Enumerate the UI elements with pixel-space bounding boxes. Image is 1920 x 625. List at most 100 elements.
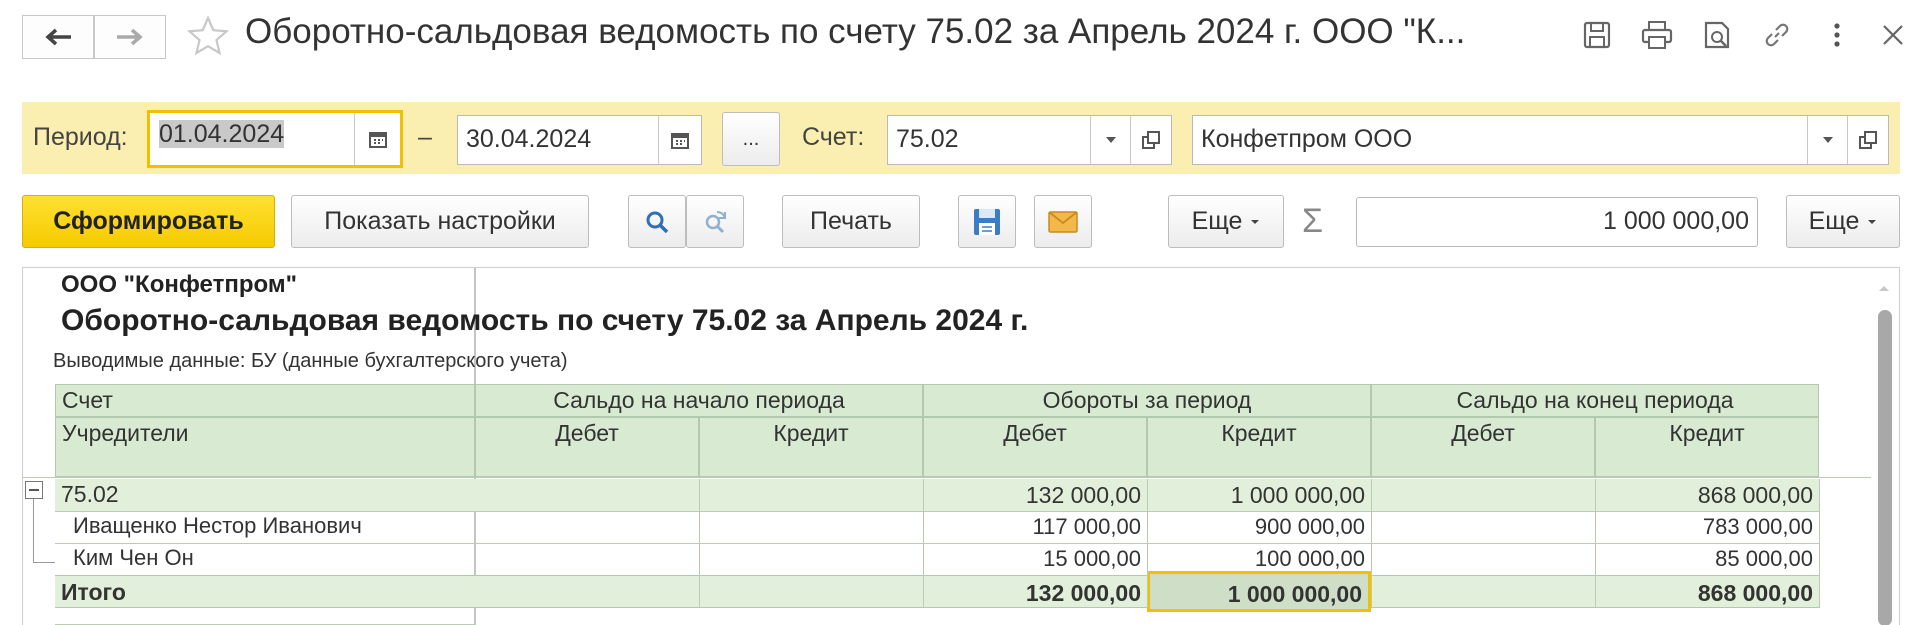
date-to-field[interactable]: 30.04.2024 [457, 115, 702, 165]
total-cell-selected[interactable]: 1 000 000,00 [1147, 571, 1371, 612]
period-label: Период: [33, 123, 128, 151]
favorite-star-icon[interactable] [186, 14, 230, 63]
table-row-name: 75.02 [55, 479, 475, 511]
account-open-button[interactable] [1130, 116, 1171, 164]
total-row-label: Итого [55, 575, 475, 608]
total-cell: 868 000,00 [1595, 575, 1819, 608]
report-title: Оборотно-сальдовая ведомость по счету 75… [61, 304, 1029, 337]
table-cell [1371, 511, 1595, 543]
table-cell [699, 543, 923, 575]
date-to-calendar-button[interactable] [658, 116, 701, 164]
organization-dropdown-button[interactable] [1807, 116, 1848, 164]
chevron-down-icon [1868, 219, 1877, 224]
more-menu-icon[interactable] [1820, 18, 1854, 52]
scroll-up-arrow[interactable] [1877, 280, 1891, 294]
back-button[interactable] [22, 15, 94, 59]
table-cell: 15 000,00 [1043, 546, 1141, 571]
more-actions-button[interactable]: Еще [1168, 195, 1284, 248]
date-to-value: 30.04.2024 [466, 125, 592, 153]
period-dash: – [418, 123, 432, 151]
table-cell: 132 000,00 [923, 479, 1147, 511]
table-cell [1371, 543, 1595, 575]
organization-open-button[interactable] [1847, 116, 1888, 164]
vertical-scrollbar-thumb[interactable] [1878, 310, 1892, 625]
open-form-icon [1859, 131, 1877, 149]
link-icon[interactable] [1760, 18, 1794, 52]
report-subtitle: Выводимые данные: БУ (данные бухгалтерск… [53, 350, 568, 372]
more-actions-button-2[interactable]: Еще [1786, 195, 1900, 248]
header-account: Счет [55, 384, 475, 417]
header-closing-balance: Сальдо на конец периода [1371, 384, 1819, 417]
account-label: Счет: [802, 123, 865, 151]
close-icon[interactable] [1876, 18, 1910, 52]
forward-button[interactable] [94, 15, 166, 59]
header-opening-credit: Кредит [699, 417, 923, 477]
grid-line [55, 511, 1819, 512]
sum-field: 1 000 000,00 [1356, 197, 1758, 247]
table-cell [475, 511, 699, 543]
total-cell [475, 575, 699, 608]
sum-value: 1 000 000,00 [1603, 207, 1749, 235]
search-button[interactable] [628, 195, 686, 248]
show-settings-button[interactable]: Показать настройки [291, 195, 589, 248]
search-refresh-button[interactable] [686, 195, 744, 248]
table-cell [699, 511, 923, 543]
calendar-icon [368, 132, 387, 148]
table-cell: 868 000,00 [1595, 479, 1819, 511]
date-from-value: 01.04.2024 [159, 120, 285, 148]
period-select-button[interactable]: ... [722, 112, 780, 166]
tree-line [33, 499, 34, 563]
table-cell: 900 000,00 [1254, 514, 1365, 539]
header-separator [23, 477, 1871, 478]
organization-field[interactable]: Конфетпром ООО [1192, 115, 1889, 165]
chevron-down-icon [1251, 219, 1260, 224]
table-cell: 1 000 000,00 [1147, 479, 1371, 511]
date-from-calendar-button[interactable] [354, 113, 400, 165]
header-opening-debit: Дебет [475, 417, 699, 477]
table-cell [699, 479, 923, 511]
arrow-left-icon [45, 28, 71, 46]
table-row-name: Иващенко Нестор Иванович [73, 513, 362, 538]
sigma-icon: Σ [1302, 202, 1324, 240]
header-turnover: Обороты за период [923, 384, 1371, 417]
total-cell: 132 000,00 [923, 575, 1147, 608]
window-title: Оборотно-сальдовая ведомость по счету 75… [245, 12, 1466, 51]
table-cell [475, 479, 699, 511]
header-founders: Учредители [55, 417, 475, 477]
table-cell [475, 543, 699, 575]
report-area[interactable]: ООО "Конфетпром" Оборотно-сальдовая ведо… [22, 267, 1900, 625]
search-refresh-icon [705, 210, 726, 233]
save-report-button[interactable] [958, 195, 1016, 248]
calendar-icon [671, 133, 689, 149]
table-cell: 783 000,00 [1702, 514, 1813, 539]
account-value: 75.02 [896, 125, 959, 153]
account-field[interactable]: 75.02 [887, 115, 1172, 165]
header-opening-balance: Сальдо на начало периода [475, 384, 923, 417]
arrow-right-icon [117, 28, 143, 46]
date-from-field[interactable]: 01.04.2024 [147, 110, 403, 168]
grid-line [1819, 479, 1820, 608]
total-cell [699, 575, 923, 608]
send-email-button[interactable] [1034, 195, 1092, 248]
save-icon[interactable] [1580, 18, 1614, 52]
account-dropdown-button[interactable] [1090, 116, 1131, 164]
tree-line [33, 562, 55, 563]
preview-icon[interactable] [1700, 18, 1734, 52]
generate-button[interactable]: Сформировать [22, 195, 275, 248]
header-closing-credit: Кредит [1595, 417, 1819, 477]
total-cell [1371, 575, 1595, 608]
table-row-name: Ким Чен Он [73, 545, 194, 570]
collapse-group-button[interactable] [25, 481, 43, 499]
header-turnover-credit: Кредит [1147, 417, 1371, 477]
chevron-up-icon [1879, 286, 1889, 291]
print-icon[interactable] [1640, 18, 1674, 52]
table-cell: 117 000,00 [1032, 514, 1141, 539]
table-cell [1371, 479, 1595, 511]
floppy-disk-icon [974, 208, 1000, 235]
header-turnover-debit: Дебет [923, 417, 1147, 477]
chevron-down-icon [1823, 137, 1833, 143]
print-button[interactable]: Печать [782, 195, 920, 248]
report-organization: ООО "Конфетпром" [61, 271, 297, 298]
more-actions-label-2: Еще [1808, 207, 1860, 235]
header-closing-debit: Дебет [1371, 417, 1595, 477]
